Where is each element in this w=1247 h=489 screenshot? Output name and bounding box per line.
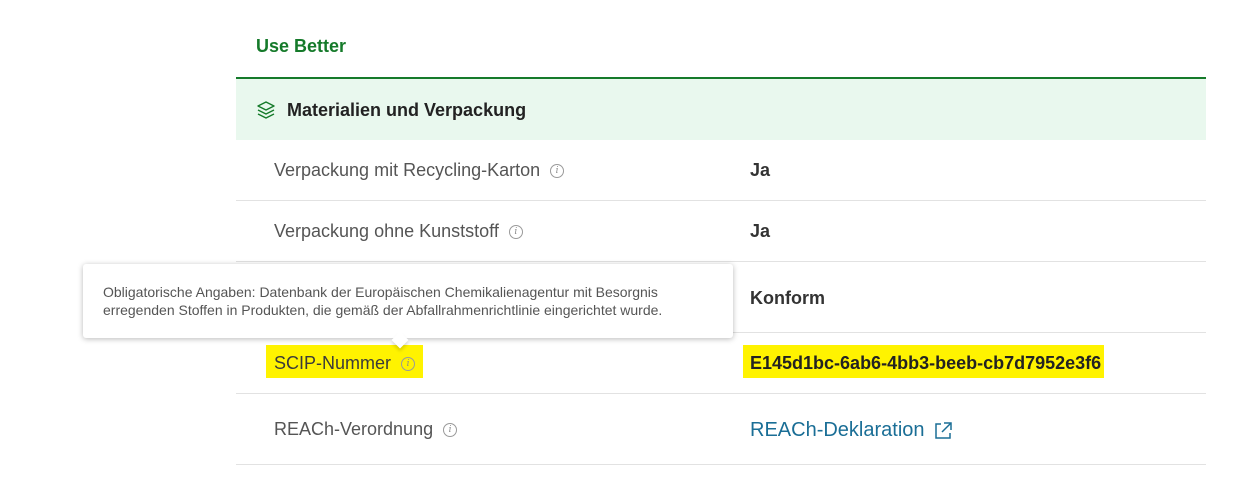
info-icon[interactable]: i xyxy=(550,163,565,178)
info-tooltip: Obligatorische Angaben: Datenbank der Eu… xyxy=(83,264,733,349)
category-label: Materialien und Verpackung xyxy=(287,100,527,120)
attribute-label: REACh-Verordnung i xyxy=(274,419,458,440)
attribute-label: Verpackung mit Recycling-Karton i xyxy=(274,160,565,181)
attribute-row-reach: REACh-Verordnung i REACh-Deklaration xyxy=(236,394,1206,465)
attribute-value: Ja xyxy=(750,160,771,180)
external-link-icon xyxy=(934,421,952,439)
info-icon[interactable]: i xyxy=(443,422,458,437)
category-header[interactable]: Materialien und Verpackung xyxy=(236,79,1206,140)
product-attributes-panel: Use Better Materialien und Verpackung Ve… xyxy=(0,0,1247,489)
attribute-value: Konform xyxy=(750,288,825,308)
info-icon[interactable]: i xyxy=(401,356,416,371)
section-title: Use Better xyxy=(256,36,347,56)
tooltip-text: Obligatorische Angaben: Datenbank der Eu… xyxy=(103,284,663,318)
reach-declaration-link[interactable]: REACh-Deklaration xyxy=(750,419,953,442)
attribute-value: Ja xyxy=(750,221,771,241)
attribute-row-scip-nummer: SCIP-Nummer i E145d1bc-6ab6-4bb3-beeb-cb… xyxy=(236,333,1206,394)
layers-leaf-icon xyxy=(257,101,275,119)
scip-number-value: E145d1bc-6ab6-4bb3-beeb-cb7d7952e3f6 xyxy=(750,353,1102,373)
attribute-row-ohne-kunststoff: Verpackung ohne Kunststoff i Ja xyxy=(236,201,1206,262)
attribute-label: SCIP-Nummer i xyxy=(274,353,416,374)
attribute-label: Verpackung ohne Kunststoff i xyxy=(274,221,523,242)
info-icon[interactable]: i xyxy=(508,224,523,239)
attribute-row-recycling-karton: Verpackung mit Recycling-Karton i Ja xyxy=(236,140,1206,201)
